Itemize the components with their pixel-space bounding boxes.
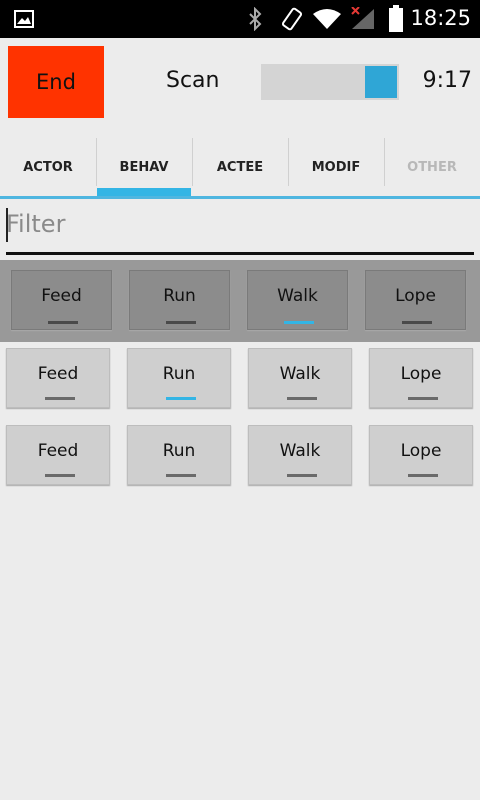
state-indicator: [166, 321, 196, 324]
behavior-label: Run: [162, 364, 196, 384]
behavior-button[interactable]: Run: [127, 425, 231, 485]
behavior-label: Feed: [37, 441, 79, 461]
status-bar: 18:25: [0, 0, 480, 38]
behavior-label: Run: [163, 286, 196, 306]
filter-input[interactable]: [6, 204, 474, 244]
behavior-button[interactable]: Feed: [6, 348, 110, 408]
behavior-button[interactable]: Lope: [365, 270, 466, 330]
selected-tab-indicator: [97, 188, 191, 196]
battery-icon: [389, 5, 403, 32]
tab-actee[interactable]: ACTEE: [192, 138, 288, 196]
behavior-button[interactable]: Lope: [369, 348, 473, 408]
text-cursor: [6, 208, 8, 242]
behavior-label: Lope: [395, 286, 436, 306]
slider-thumb[interactable]: [365, 66, 397, 98]
behavior-label: Feed: [41, 286, 82, 306]
filter-field[interactable]: [6, 204, 474, 255]
state-indicator: [402, 321, 432, 324]
state-indicator: [166, 474, 196, 477]
behavior-label: Lope: [400, 441, 442, 461]
signal-icon: [351, 7, 374, 29]
state-indicator: [408, 474, 438, 477]
behavior-button[interactable]: Walk: [248, 425, 352, 485]
state-indicator: [45, 397, 75, 400]
state-indicator: [287, 474, 317, 477]
tab-actor[interactable]: ACTOR: [0, 138, 96, 196]
behavior-button[interactable]: Feed: [6, 425, 110, 485]
tab-bar: ACTOR BEHAV ACTEE MODIF OTHER: [0, 138, 480, 199]
status-time: 18:25: [410, 6, 471, 30]
rotate-phone-icon: [281, 7, 303, 31]
behavior-label: Walk: [277, 286, 318, 306]
behavior-button[interactable]: Feed: [11, 270, 112, 330]
behavior-label: Run: [162, 441, 196, 461]
wifi-icon: [313, 9, 341, 29]
behavior-button[interactable]: Run: [127, 348, 231, 408]
state-indicator: [408, 397, 438, 400]
state-indicator: [166, 397, 196, 400]
behavior-button[interactable]: Lope: [369, 425, 473, 485]
scan-slider[interactable]: [261, 64, 399, 100]
state-indicator: [45, 474, 75, 477]
bluetooth-icon: [249, 7, 262, 31]
scan-label: Scan: [166, 68, 220, 93]
behavior-label: Walk: [279, 441, 321, 461]
tab-modif[interactable]: MODIF: [288, 138, 384, 196]
end-button[interactable]: End: [8, 46, 104, 118]
behavior-button[interactable]: Walk: [247, 270, 348, 330]
image-notification-icon: [14, 10, 34, 28]
state-indicator: [284, 321, 314, 324]
behavior-label: Walk: [279, 364, 321, 384]
tab-other[interactable]: OTHER: [384, 138, 480, 196]
state-indicator: [48, 321, 78, 324]
behavior-label: Feed: [37, 364, 79, 384]
behavior-button[interactable]: Run: [129, 270, 230, 330]
top-controls: End Scan 9:17: [0, 38, 480, 138]
behavior-label: Lope: [400, 364, 442, 384]
behavior-button[interactable]: Walk: [248, 348, 352, 408]
timer: 9:17: [422, 68, 472, 93]
state-indicator: [287, 397, 317, 400]
